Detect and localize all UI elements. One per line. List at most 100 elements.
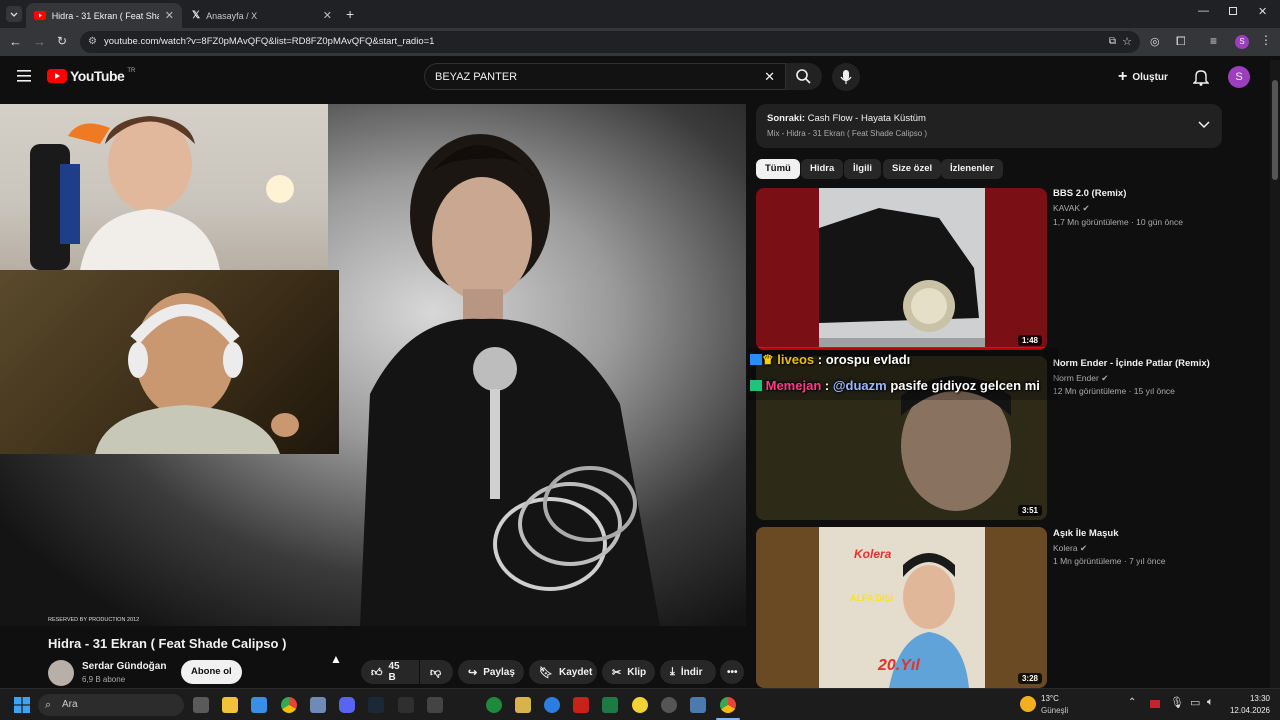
recommendation-thumbnail[interactable]: Kolera ALFA DİŞİ 20.Yıl 3:28 — [756, 527, 1047, 688]
webcam-overlay-top — [0, 104, 328, 270]
tab-youtube[interactable]: Hidra - 31 Ekran ( Feat Shade C ✕ — [26, 3, 182, 28]
bookmark-star-icon[interactable]: ☆ — [1122, 31, 1132, 53]
channel-avatar[interactable] — [48, 660, 74, 686]
acrobat-icon[interactable] — [573, 697, 589, 713]
download-button[interactable]: ⤓ İndir — [660, 660, 716, 684]
chat-username: Memejan — [765, 378, 822, 393]
address-input[interactable]: ⚙ youtube.com/watch?v=8FZ0pMAvQFQ&list=R… — [80, 31, 1140, 53]
youtube-logo[interactable]: YouTube TR — [47, 68, 135, 84]
plus-icon: + — [1118, 68, 1128, 85]
chip-related[interactable]: İlgili — [844, 159, 881, 179]
weather-desc[interactable]: Güneşli — [1041, 706, 1068, 715]
minimize-icon[interactable]: — — [1198, 5, 1209, 17]
dislike-button[interactable]: 👎︎ — [420, 660, 453, 684]
search-app-icon[interactable] — [632, 697, 648, 713]
chrome-profile-icon[interactable] — [720, 697, 736, 713]
create-button[interactable]: + Oluştur — [1118, 66, 1168, 88]
folder-icon[interactable] — [515, 697, 531, 713]
chip-for-you[interactable]: Size özel — [883, 159, 942, 179]
close-tab-icon[interactable]: ✕ — [323, 9, 332, 22]
incognito-icon[interactable]: ◎ — [1150, 35, 1160, 48]
search-button[interactable] — [786, 63, 822, 90]
webcam-person-2 — [95, 293, 299, 454]
excel-icon[interactable] — [602, 697, 618, 713]
playlist-panel[interactable]: Sonraki: Cash Flow - Hayata Küstüm Mix -… — [756, 104, 1222, 148]
profile-avatar[interactable]: S — [1235, 35, 1249, 49]
more-actions-button[interactable]: ••• — [720, 660, 744, 684]
account-avatar[interactable]: S — [1228, 66, 1250, 88]
clip-button[interactable]: ✂ Klip — [602, 660, 655, 684]
windows-start-icon[interactable] — [14, 697, 30, 713]
recommendation-channel[interactable]: KAVAK ✔ — [1053, 203, 1090, 214]
expand-chevron-icon[interactable] — [1198, 120, 1210, 130]
tray-app-icon[interactable] — [1150, 700, 1160, 708]
discord-icon[interactable] — [339, 697, 355, 713]
save-label: Kaydet — [558, 666, 593, 678]
url-text: youtube.com/watch?v=8FZ0pMAvQFQ&list=RD8… — [104, 36, 435, 47]
search-input[interactable]: BEYAZ PANTER ✕ — [424, 63, 786, 90]
chat-text: orospu evladı — [825, 352, 911, 367]
save-button[interactable]: 🔖︎ Kaydet — [529, 660, 597, 684]
video-editor-icon[interactable] — [427, 697, 443, 713]
clear-search-icon[interactable]: ✕ — [764, 64, 775, 90]
close-window-icon[interactable]: ✕ — [1258, 5, 1267, 18]
clock-date[interactable]: 12.04.2026 — [1222, 706, 1270, 715]
page-scrollbar[interactable] — [1270, 60, 1280, 688]
capcut-icon[interactable] — [544, 697, 560, 713]
tab-search-button[interactable] — [6, 6, 22, 22]
like-button[interactable]: 👍︎ 45 B — [361, 660, 419, 684]
forward-icon[interactable]: → — [33, 34, 46, 49]
back-icon[interactable]: ← — [9, 34, 22, 49]
share-button[interactable]: ↪ Paylaş — [458, 660, 524, 684]
new-tab-icon[interactable]: + — [346, 6, 354, 22]
chip-hidra[interactable]: Hidra — [801, 159, 844, 179]
recommendation-title[interactable]: Norm Ender - İçinde Patlar (Remix) — [1053, 358, 1210, 369]
browser-tab-bar: Hidra - 31 Ekran ( Feat Shade C ✕ 𝕏 Anas… — [0, 0, 1280, 28]
recommendation-title[interactable]: Aşık İle Maşuk — [1053, 528, 1118, 539]
thumb-text-year: 20.Yıl — [878, 657, 920, 674]
obs-icon[interactable] — [661, 697, 677, 713]
tab-x[interactable]: 𝕏 Anasayfa / X ✕ — [184, 3, 340, 28]
display-icon[interactable]: ▭ — [1190, 696, 1200, 709]
site-info-icon[interactable]: ⚙ — [88, 31, 97, 53]
xbox-icon[interactable] — [486, 697, 502, 713]
steam-icon[interactable] — [368, 697, 384, 713]
maximize-icon[interactable] — [1229, 7, 1237, 15]
recommendation-title[interactable]: BBS 2.0 (Remix) — [1053, 188, 1126, 199]
network-app-icon[interactable] — [690, 697, 706, 713]
close-tab-icon[interactable]: ✕ — [165, 9, 174, 22]
hamburger-menu-icon[interactable] — [17, 70, 31, 82]
chat-text: pasife gidiyoz gelcen mi — [890, 378, 1040, 393]
microphone-tray-icon[interactable]: 🎙︎ — [1170, 696, 1184, 709]
store-icon[interactable] — [251, 697, 267, 713]
clock-time[interactable]: 13:30 — [1226, 694, 1270, 703]
weather-temp[interactable]: 13°C — [1041, 694, 1059, 703]
chip-all[interactable]: Tümü — [756, 159, 800, 179]
channel-name[interactable]: Serdar Gündoğan — [82, 661, 166, 672]
recommendation-channel[interactable]: Norm Ender ✔ — [1053, 373, 1108, 384]
video-duration: 3:28 — [1017, 673, 1042, 684]
app-icon[interactable] — [310, 697, 326, 713]
taskbar-search[interactable]: ⌕ Ara — [38, 694, 184, 716]
voice-search-button[interactable] — [832, 63, 860, 91]
chrome-icon[interactable] — [281, 697, 297, 713]
car-thumbnail-image — [819, 188, 985, 350]
recommendation-thumbnail[interactable]: 1:48 — [756, 188, 1047, 350]
media-control-icon[interactable]: ≡ — [1210, 34, 1217, 48]
chip-watched[interactable]: İzlenenler — [941, 159, 1003, 179]
install-app-icon[interactable]: ⧉ — [1109, 31, 1116, 53]
tray-overflow-icon[interactable]: ⌃ — [1128, 697, 1136, 708]
extensions-icon[interactable]: ⧠ — [1176, 34, 1186, 49]
subscribe-button[interactable]: Abone ol — [181, 660, 242, 684]
reload-icon[interactable]: ↻ — [57, 34, 67, 48]
scrollbar-thumb[interactable] — [1272, 80, 1278, 180]
recommendation-channel[interactable]: Kolera ✔ — [1053, 543, 1087, 554]
like-count: 45 B — [388, 661, 400, 683]
video-frame-singer — [360, 134, 660, 626]
file-explorer-icon[interactable] — [222, 697, 238, 713]
epic-games-icon[interactable] — [398, 697, 414, 713]
task-view-icon[interactable] — [193, 697, 209, 713]
notifications-bell-icon[interactable] — [1193, 69, 1209, 86]
browser-menu-icon[interactable]: ⋮ — [1260, 33, 1272, 47]
volume-icon[interactable]: 🔈︎ — [1207, 696, 1214, 709]
